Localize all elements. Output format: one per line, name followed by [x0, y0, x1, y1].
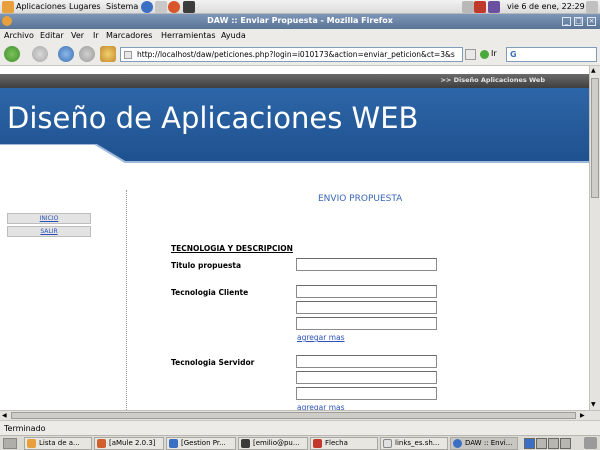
forward-icon[interactable]	[32, 46, 48, 62]
workspace-2[interactable]	[536, 438, 547, 449]
reload-icon[interactable]	[58, 46, 74, 62]
titulo-input[interactable]	[296, 258, 437, 271]
go-icon[interactable]	[480, 50, 489, 59]
vertical-scrollbar[interactable]: ▲ ▼	[589, 66, 600, 410]
url-text: http://localhost/daw/peticiones.php?logi…	[137, 50, 455, 59]
search-input[interactable]: G	[506, 47, 597, 62]
titulo-label: Titulo propuesta	[171, 261, 242, 270]
help-launcher-icon[interactable]	[168, 1, 180, 13]
banner-wave	[0, 144, 589, 168]
task-item-lista[interactable]: Lista de a...	[24, 437, 92, 450]
menu-editar[interactable]: Editar	[40, 31, 64, 40]
text-editor-icon	[383, 439, 392, 448]
window-title: DAW :: Enviar Propuesta - Mozilla Firefo…	[207, 16, 393, 25]
tecnologia-servidor-label: Tecnologia Servidor	[171, 358, 255, 367]
gnome-foot-icon[interactable]	[2, 1, 14, 13]
workspace-4[interactable]	[560, 438, 571, 449]
site-title: Diseño de Aplicaciones WEB	[7, 101, 419, 135]
go-label[interactable]: Ir	[491, 49, 497, 58]
task-item-flecha[interactable]: Flecha	[310, 437, 378, 450]
menu-herramientas[interactable]: Herramientas	[161, 31, 216, 40]
folder-icon	[27, 439, 36, 448]
servidor-input-1[interactable]	[296, 355, 437, 368]
site-banner: Diseño de Aplicaciones WEB	[0, 88, 589, 168]
minimize-button[interactable]: _	[562, 17, 571, 26]
status-text: Terminado	[4, 424, 46, 433]
logout-icon[interactable]	[586, 1, 598, 13]
cliente-input-1[interactable]	[296, 285, 437, 298]
bottom-taskbar: Lista de a... [aMule 2.0.3] [Gestion Pr.…	[0, 435, 600, 450]
cliente-input-3[interactable]	[296, 317, 437, 330]
page-icon	[124, 51, 132, 59]
window-titlebar[interactable]: DAW :: Enviar Propuesta - Mozilla Firefo…	[0, 14, 600, 29]
scroll-left-icon[interactable]: ◀	[2, 412, 7, 419]
scroll-up-icon[interactable]: ▲	[591, 67, 599, 75]
google-search-icon: G	[510, 50, 517, 59]
page-header-bar: >> Diseño Aplicaciones Web	[0, 74, 589, 88]
terminal-icon	[241, 439, 250, 448]
task-item-links[interactable]: links_es.sh...	[380, 437, 448, 450]
network-icon[interactable]	[462, 1, 474, 13]
task-item-gestion[interactable]: [Gestion Pr...	[166, 437, 236, 450]
menu-ayuda[interactable]: Ayuda	[221, 31, 246, 40]
menubar: Archivo Editar Ver Ir Marcadores Herrami…	[0, 29, 600, 42]
trash-icon[interactable]	[584, 437, 597, 449]
maximize-button[interactable]: □	[574, 17, 583, 26]
tecnologia-cliente-label: Tecnologia Cliente	[171, 288, 249, 297]
task-item-daw[interactable]: DAW :: Envi...	[450, 437, 518, 450]
page-viewport: >> Diseño Aplicaciones Web Diseño de Apl…	[0, 66, 589, 410]
navigation-toolbar: http://localhost/daw/peticiones.php?logi…	[0, 42, 600, 66]
scroll-right-icon[interactable]: ▶	[580, 412, 585, 419]
firefox-icon	[453, 439, 462, 448]
horizontal-scrollbar[interactable]: ◀ ▶	[0, 410, 600, 420]
task-item-amule[interactable]: [aMule 2.0.3]	[94, 437, 164, 450]
mail-launcher-icon[interactable]	[155, 1, 167, 13]
menu-ir[interactable]: Ir	[93, 31, 99, 40]
terminal-launcher-icon[interactable]	[183, 1, 195, 13]
url-dropdown-button[interactable]	[465, 49, 476, 60]
back-icon[interactable]	[4, 46, 20, 62]
sidebar-link-inicio[interactable]: INICIO	[7, 213, 91, 224]
header-label: >> Diseño Aplicaciones Web	[440, 76, 545, 84]
scroll-down-icon[interactable]: ▼	[591, 401, 599, 409]
section-title: TECNOLOGIA Y DESCRIPCION	[171, 244, 293, 253]
page-heading: ENVIO PROPUESTA	[318, 194, 403, 204]
horizontal-scroll-thumb[interactable]	[11, 412, 576, 419]
servidor-agregar-mas-link[interactable]: agregar mas	[297, 403, 345, 410]
gmail-notifier-icon[interactable]	[474, 1, 486, 13]
clock[interactable]: vie 6 de ene, 22:29	[507, 2, 585, 11]
amule-icon	[97, 439, 106, 448]
task-item-terminal[interactable]: [emilio@pu...	[238, 437, 308, 450]
servidor-input-2[interactable]	[296, 371, 437, 384]
url-bar[interactable]: http://localhost/daw/peticiones.php?logi…	[120, 47, 463, 62]
menu-lugares[interactable]: Lugares	[69, 2, 101, 11]
page-top-strip	[0, 66, 589, 74]
sidebar-link-salir[interactable]: SALIR	[7, 226, 91, 237]
cliente-agregar-mas-link[interactable]: agregar mas	[297, 333, 345, 342]
workspace-1[interactable]	[524, 438, 535, 449]
browser-icon	[169, 439, 178, 448]
menu-aplicaciones[interactable]: Aplicaciones	[16, 2, 66, 11]
workspace-3[interactable]	[548, 438, 559, 449]
browser-launcher-icon[interactable]	[141, 1, 153, 13]
cliente-input-2[interactable]	[296, 301, 437, 314]
menu-archivo[interactable]: Archivo	[4, 31, 34, 40]
close-button[interactable]: ×	[587, 17, 596, 26]
servidor-input-3[interactable]	[296, 387, 437, 400]
vertical-scroll-thumb[interactable]	[591, 78, 599, 198]
menu-marcadores[interactable]: Marcadores	[106, 31, 152, 40]
menu-sistema[interactable]: Sistema	[106, 2, 138, 11]
menu-ver[interactable]: Ver	[71, 31, 84, 40]
show-desktop-icon[interactable]	[3, 438, 17, 449]
applet-icon[interactable]	[488, 1, 500, 13]
sidebar-divider	[126, 190, 127, 410]
image-icon	[313, 439, 322, 448]
status-bar: Terminado	[0, 420, 600, 435]
home-icon[interactable]	[100, 46, 116, 62]
stop-icon[interactable]	[79, 46, 95, 62]
gnome-top-panel: Aplicaciones Lugares Sistema vie 6 de en…	[0, 0, 600, 14]
